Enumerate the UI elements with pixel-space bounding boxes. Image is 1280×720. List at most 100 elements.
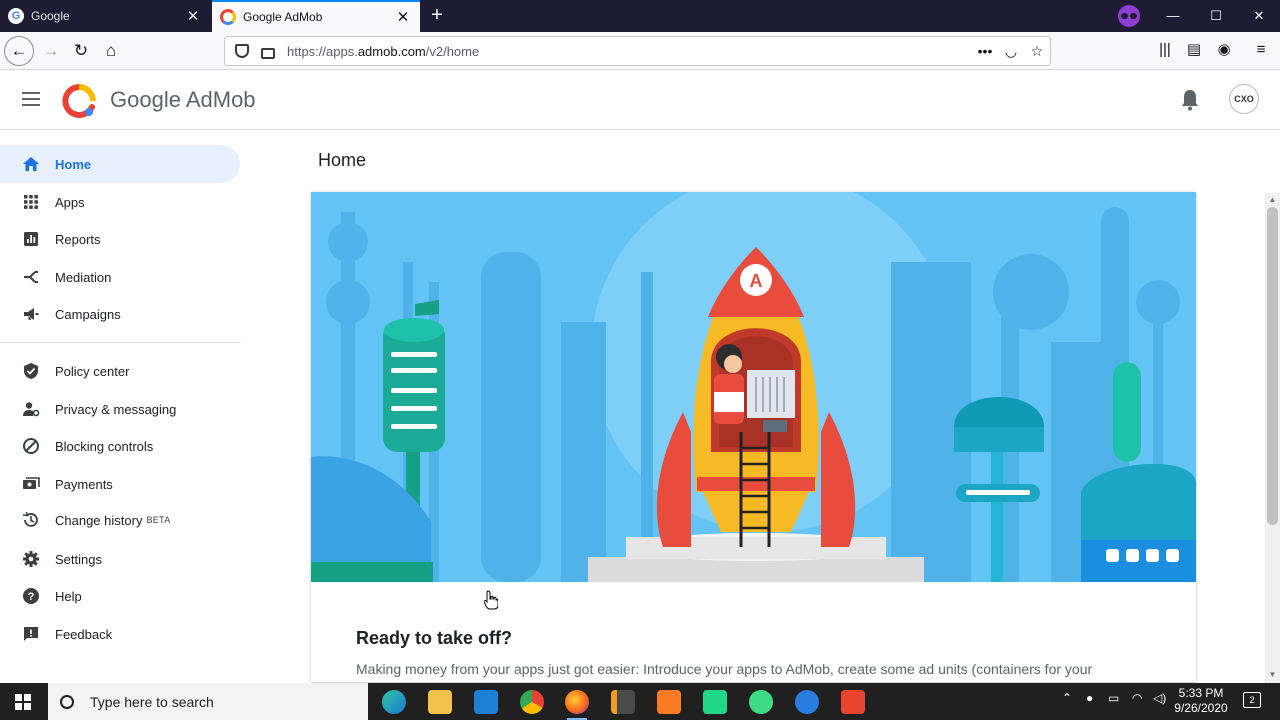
google-favicon-icon: G [8,8,24,24]
avatar[interactable]: CXO [1229,84,1259,114]
library-icon[interactable]: ||| [1154,39,1176,61]
back-button[interactable]: ← [4,36,34,66]
tab-title: Google AdMob [243,10,323,24]
firefox-icon[interactable] [565,690,589,720]
hamburger-menu-icon[interactable] [22,92,40,106]
rocket-launch-illustration: A [311,192,1196,582]
sidebar-item-blocking-controls[interactable]: Blocking controls [0,427,240,465]
pocket-icon[interactable]: ◡ [998,43,1024,60]
new-tab-button[interactable]: + [426,4,448,26]
sidebar-item-label: Payments [55,476,113,492]
sidebar-item-payments[interactable]: Payments [0,465,240,503]
clock-date: 9/26/2020 [1174,701,1228,715]
sidebar-item-label: Home [55,156,92,172]
maximize-button[interactable]: ☐ [1193,0,1239,32]
sidebar-item-home[interactable]: Home [0,145,240,183]
mail-icon[interactable] [474,690,498,714]
xampp-icon[interactable] [657,690,681,714]
windows-taskbar: Type here to search ⌃ ● ▭ ◠ ◁) 5:33 PM 9… [0,683,1280,720]
microphone-icon[interactable]: ● [1086,691,1093,705]
page-scrollbar[interactable]: ▲ ▼ [1265,193,1280,683]
bookmark-star-icon[interactable]: ☆ [1024,43,1050,60]
welcome-card: A Ready to take off? Making money from y… [311,192,1196,682]
tab-google[interactable]: G Google ✕ [0,0,210,32]
card-body-text: Making money from your apps just got eas… [356,661,1093,677]
scroll-up-arrow-icon[interactable]: ▲ [1268,195,1277,204]
shield-check-icon [24,363,38,379]
sidebar-item-label: Blocking controls [55,438,154,454]
search-icon [60,694,74,709]
reload-button[interactable]: ↻ [66,36,96,66]
payments-icon [23,477,40,489]
edge-browser-icon[interactable] [382,690,406,714]
wifi-icon[interactable]: ◠ [1132,691,1142,705]
reports-icon [24,232,38,246]
minimize-button[interactable]: — [1150,0,1196,32]
sidebar-item-help[interactable]: ? Help [0,577,240,615]
show-hidden-icons-chevron-icon[interactable]: ⌃ [1062,691,1072,705]
taskbar-search-input[interactable]: Type here to search [48,683,368,720]
sublime-text-icon[interactable] [611,690,635,714]
svg-text:?: ? [28,591,35,603]
taskbar-clock[interactable]: 5:33 PM 9/26/2020 [1172,686,1230,716]
feedback-icon [24,627,38,641]
hand-cursor-icon [484,590,498,610]
notification-center-icon[interactable]: 2 [1243,692,1261,708]
menu-icon[interactable]: ≡ [1250,39,1272,61]
history-icon [22,511,38,527]
file-explorer-icon[interactable] [428,690,452,714]
sidebar-item-reports[interactable]: Reports [0,220,240,258]
app-header: Google AdMob CXO [0,70,1280,130]
account-icon[interactable]: ◉ [1213,39,1235,61]
browser-app-icon[interactable] [795,690,819,714]
volume-icon[interactable]: ◁) [1153,691,1166,705]
sidebar-item-policy-center[interactable]: Policy center [0,352,240,390]
url-text[interactable]: https://apps.admob.com/v2/home [287,44,972,59]
sidebar-divider [0,342,241,343]
chrome-icon[interactable] [520,690,544,714]
forward-button[interactable]: → [36,36,66,66]
sidebar-item-change-history[interactable]: Change history BETA [0,501,240,539]
sidebar-item-apps[interactable]: Apps [0,183,240,221]
sidebar-item-campaigns[interactable]: Campaigns [0,295,240,333]
gear-icon [23,551,39,567]
brand-name: Google AdMob [110,87,256,112]
close-window-button[interactable]: ✕ [1236,0,1280,32]
sidebar-item-privacy-messaging[interactable]: Privacy & messaging [0,390,240,428]
sidebar-item-settings[interactable]: Settings [0,540,240,578]
sidebar-item-label: Feedback [55,626,113,642]
sidebar-item-mediation[interactable]: Mediation [0,258,240,296]
sidebar-item-label: Privacy & messaging [55,401,177,417]
android-studio-icon[interactable] [749,690,773,714]
megaphone-icon [24,308,39,320]
person-settings-icon [23,402,40,417]
beta-badge: BETA [146,515,171,525]
home-button[interactable]: ⌂ [96,36,126,66]
close-tab-icon[interactable]: ✕ [182,7,204,25]
scrollbar-thumb[interactable] [1267,207,1278,525]
svg-text:A: A [750,271,763,291]
sidebar-item-label: Apps [55,194,85,210]
sidebar-item-label: Reports [55,231,101,247]
tab-google-admob[interactable]: Google AdMob ✕ [212,0,420,32]
pycharm-icon[interactable] [703,690,727,714]
close-tab-icon[interactable]: ✕ [392,8,414,26]
page-actions-icon[interactable]: ••• [972,43,998,59]
tracking-protection-icon[interactable] [235,44,249,58]
lock-icon[interactable] [261,47,275,59]
page-title: Home [318,150,367,170]
address-bar[interactable]: https://apps.admob.com/v2/home ••• ◡ ☆ [224,36,1051,66]
notifications-bell-icon[interactable] [1180,89,1200,111]
scroll-down-arrow-icon[interactable]: ▼ [1268,670,1277,679]
sidebar-toggle-icon[interactable]: ▤ [1183,39,1205,61]
block-icon [23,438,39,454]
browser-tab-strip: G Google ✕ Google AdMob ✕ + — ☐ ✕ [0,0,1280,32]
windows-start-icon[interactable] [15,694,31,710]
tab-title: Google [31,9,70,23]
battery-icon[interactable]: ▭ [1108,691,1119,705]
clock-time: 5:33 PM [1178,686,1224,700]
sidebar-item-feedback[interactable]: Feedback [0,615,240,653]
codeigniter-app-icon[interactable] [841,690,865,714]
private-browsing-icon [1118,5,1140,27]
mediation-icon [24,271,38,283]
